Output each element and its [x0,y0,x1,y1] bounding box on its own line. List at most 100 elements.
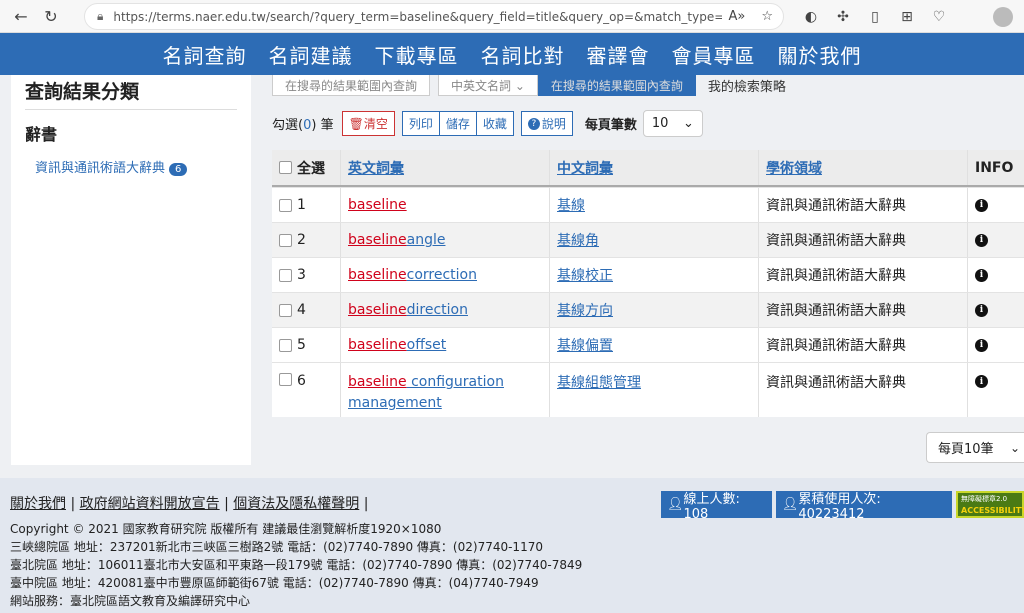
info-icon[interactable]: i [975,338,988,352]
read-aloud-icon[interactable]: A» [728,9,745,24]
url-text[interactable]: https://terms.naer.edu.tw/search/?query_… [113,10,722,24]
row-checkbox[interactable] [279,303,292,317]
table-header: 全選 英文詞彙 中文詞彙 學術領域 INFO [272,150,1024,187]
browser-extensions: ◐ ✣ ▯ ⊞ ♡ [795,5,955,29]
panel-title: 查詢結果分類 [25,81,140,103]
header-english[interactable]: 英文詞彙 [341,150,550,185]
english-term-link[interactable]: baseline direction [341,293,550,327]
field-text: 資訊與通訊術語大辭典 [759,363,968,417]
footer-info: Copyright © 2021 國家教育研究院 版權所有 建議最佳瀏覽解析度1… [10,522,583,608]
per-page-bottom-select[interactable]: 每頁10筆 ⌄ [926,432,1024,463]
results-table: 全選 英文詞彙 中文詞彙 學術領域 INFO 1 baseline 基線 資訊與… [272,150,1024,417]
nav-download[interactable]: 下載專區 [375,40,459,69]
nav-about[interactable]: 關於我們 [778,40,862,69]
tab-search-in-results[interactable]: 在搜尋的結果範圍內查詢 [272,75,431,96]
english-term-link[interactable]: baseline offset [341,328,550,362]
footer-link-privacy[interactable]: 個資法及隱私權聲明 [233,496,359,512]
per-page-select[interactable]: 10 ⌄ [642,110,703,137]
help-button[interactable]: ? 說明 [520,111,573,136]
select-all-checkbox[interactable] [279,161,292,174]
nav-term-search[interactable]: 名詞查詢 [163,40,247,69]
footer-links: 關於我們 | 政府網站資料開放宣告 | 個資法及隱私權聲明 | [10,496,369,512]
count-badge: 6 [169,163,188,176]
info-icon[interactable]: i [975,198,988,212]
row-checkbox[interactable] [279,233,292,247]
tab-language-select[interactable]: 中英文名詞 ⌄ [438,75,538,96]
english-term-link[interactable]: baseline correction [341,258,550,292]
result-category-panel: 查詢結果分類 辭書 資訊與通訊術語大辭典 6 [11,75,251,465]
chinese-term-link[interactable]: 基線角 [557,230,599,250]
row-checkbox[interactable] [279,268,292,282]
site-footer: 關於我們 | 政府網站資料開放宣告 | 個資法及隱私權聲明 | 👤︎ 線上人數: … [0,478,1024,613]
chinese-term-link[interactable]: 基線校正 [557,265,613,285]
field-text: 資訊與通訊術語大辭典 [759,223,968,257]
category-label[interactable]: 資訊與通訊術語大辭典 [35,161,165,176]
english-term-link[interactable]: baseline [341,188,550,222]
footer-stats: 👤︎ 線上人數: 108 👤︎ 累積使用人次: 40223412 無障礙標章2.0 A… [661,491,1024,522]
chevron-down-icon: ⌄ [683,116,694,131]
puzzle-icon[interactable]: ✣ [827,5,859,29]
extension-icon[interactable]: ◐ [795,5,827,29]
split-screen-icon[interactable]: ▯ [859,5,891,29]
nav-member[interactable]: 會員專區 [672,40,756,69]
nav-term-suggest[interactable]: 名詞建議 [269,40,353,69]
visit-count: 👤︎ 累積使用人次: 40223412 [775,491,952,522]
chinese-term-link[interactable]: 基線方向 [557,300,613,320]
nav-review[interactable]: 審譯會 [587,40,650,69]
category-item[interactable]: 資訊與通訊術語大辭典 6 [35,157,188,176]
row-checkbox[interactable] [279,198,292,212]
info-icon[interactable]: i [975,233,988,247]
save-button[interactable]: 儲存 [438,111,476,136]
question-icon: ? [527,117,540,130]
per-page-label: 每頁筆數 [584,118,637,133]
english-term-link[interactable]: baseline angle [341,223,550,257]
header-field[interactable]: 學術領域 [759,150,968,185]
field-text: 資訊與通訊術語大辭典 [759,328,968,362]
field-text: 資訊與通訊術語大辭典 [759,188,968,222]
address-bar[interactable]: 🔒︎ https://terms.naer.edu.tw/search/?que… [84,3,784,30]
print-button[interactable]: 列印 [401,111,439,136]
user-icon: 👤︎ [667,497,684,512]
profile-avatar[interactable] [993,7,1013,27]
chevron-down-icon: ⌄ [1009,441,1020,455]
tab-search-strategy[interactable]: 我的檢索策略 [696,75,798,96]
nav-compare[interactable]: 名詞比對 [481,40,565,69]
performance-icon[interactable]: ♡ [923,5,955,29]
collect-button[interactable]: 收藏 [475,111,514,136]
table-row: 4 baseline direction 基線方向 資訊與通訊術語大辭典 i [272,292,1024,327]
clear-button[interactable]: 🗑︎ 清空 [341,111,395,136]
trash-icon: 🗑︎ [348,116,364,131]
favorite-star-icon[interactable]: ☆ [761,9,773,24]
row-checkbox[interactable] [279,373,292,386]
main-nav: 名詞查詢 名詞建議 下載專區 名詞比對 審譯會 會員專區 關於我們 [0,33,1024,75]
result-toolbar: 勾選(0) 筆 🗑︎ 清空 列印 儲存 收藏 ? 說明 每頁筆數 10 ⌄ [272,110,703,137]
refresh-icon[interactable]: ↻ [36,1,66,31]
footer-link-open-data[interactable]: 政府網站資料開放宣告 [80,496,220,512]
field-text: 資訊與通訊術語大辭典 [759,293,968,327]
info-icon[interactable]: i [975,303,988,317]
chinese-term-link[interactable]: 基線 [557,195,585,215]
chinese-term-link[interactable]: 基線偏置 [557,335,613,355]
tab-search-in-results-active[interactable]: 在搜尋的結果範圍內查詢 [537,75,696,96]
chinese-term-link[interactable]: 基線組態管理 [557,372,641,392]
table-row: 2 baseline angle 基線角 資訊與通訊術語大辭典 i [272,222,1024,257]
info-icon[interactable]: i [975,375,988,388]
user-icon: 👤︎ [781,497,799,512]
header-info: INFO [975,159,1014,176]
row-checkbox[interactable] [279,338,292,352]
search-tabs: 在搜尋的結果範圍內查詢 中英文名詞 ⌄ 在搜尋的結果範圍內查詢 我的檢索策略 [272,75,798,96]
collections-icon[interactable]: ⊞ [891,5,923,29]
table-row: 3 baseline correction 基線校正 資訊與通訊術語大辭典 i [272,257,1024,292]
info-icon[interactable]: i [975,268,988,282]
select-all-cell[interactable]: 全選 [272,150,341,185]
selected-count: 勾選(0) 筆 [272,118,334,133]
english-term-link[interactable]: baseline configuration management [341,363,550,417]
field-text: 資訊與通訊術語大辭典 [759,258,968,292]
accessibility-badge[interactable]: 無障礙標章2.0 ACCESSIBILITY [956,491,1024,518]
panel-section-title: 辭書 [25,125,58,144]
back-icon[interactable]: ← [6,1,36,31]
site-info-icon[interactable]: 🔒︎ [97,9,103,24]
divider [25,109,237,110]
header-chinese[interactable]: 中文詞彙 [550,150,759,185]
footer-link-about[interactable]: 關於我們 [10,496,66,512]
